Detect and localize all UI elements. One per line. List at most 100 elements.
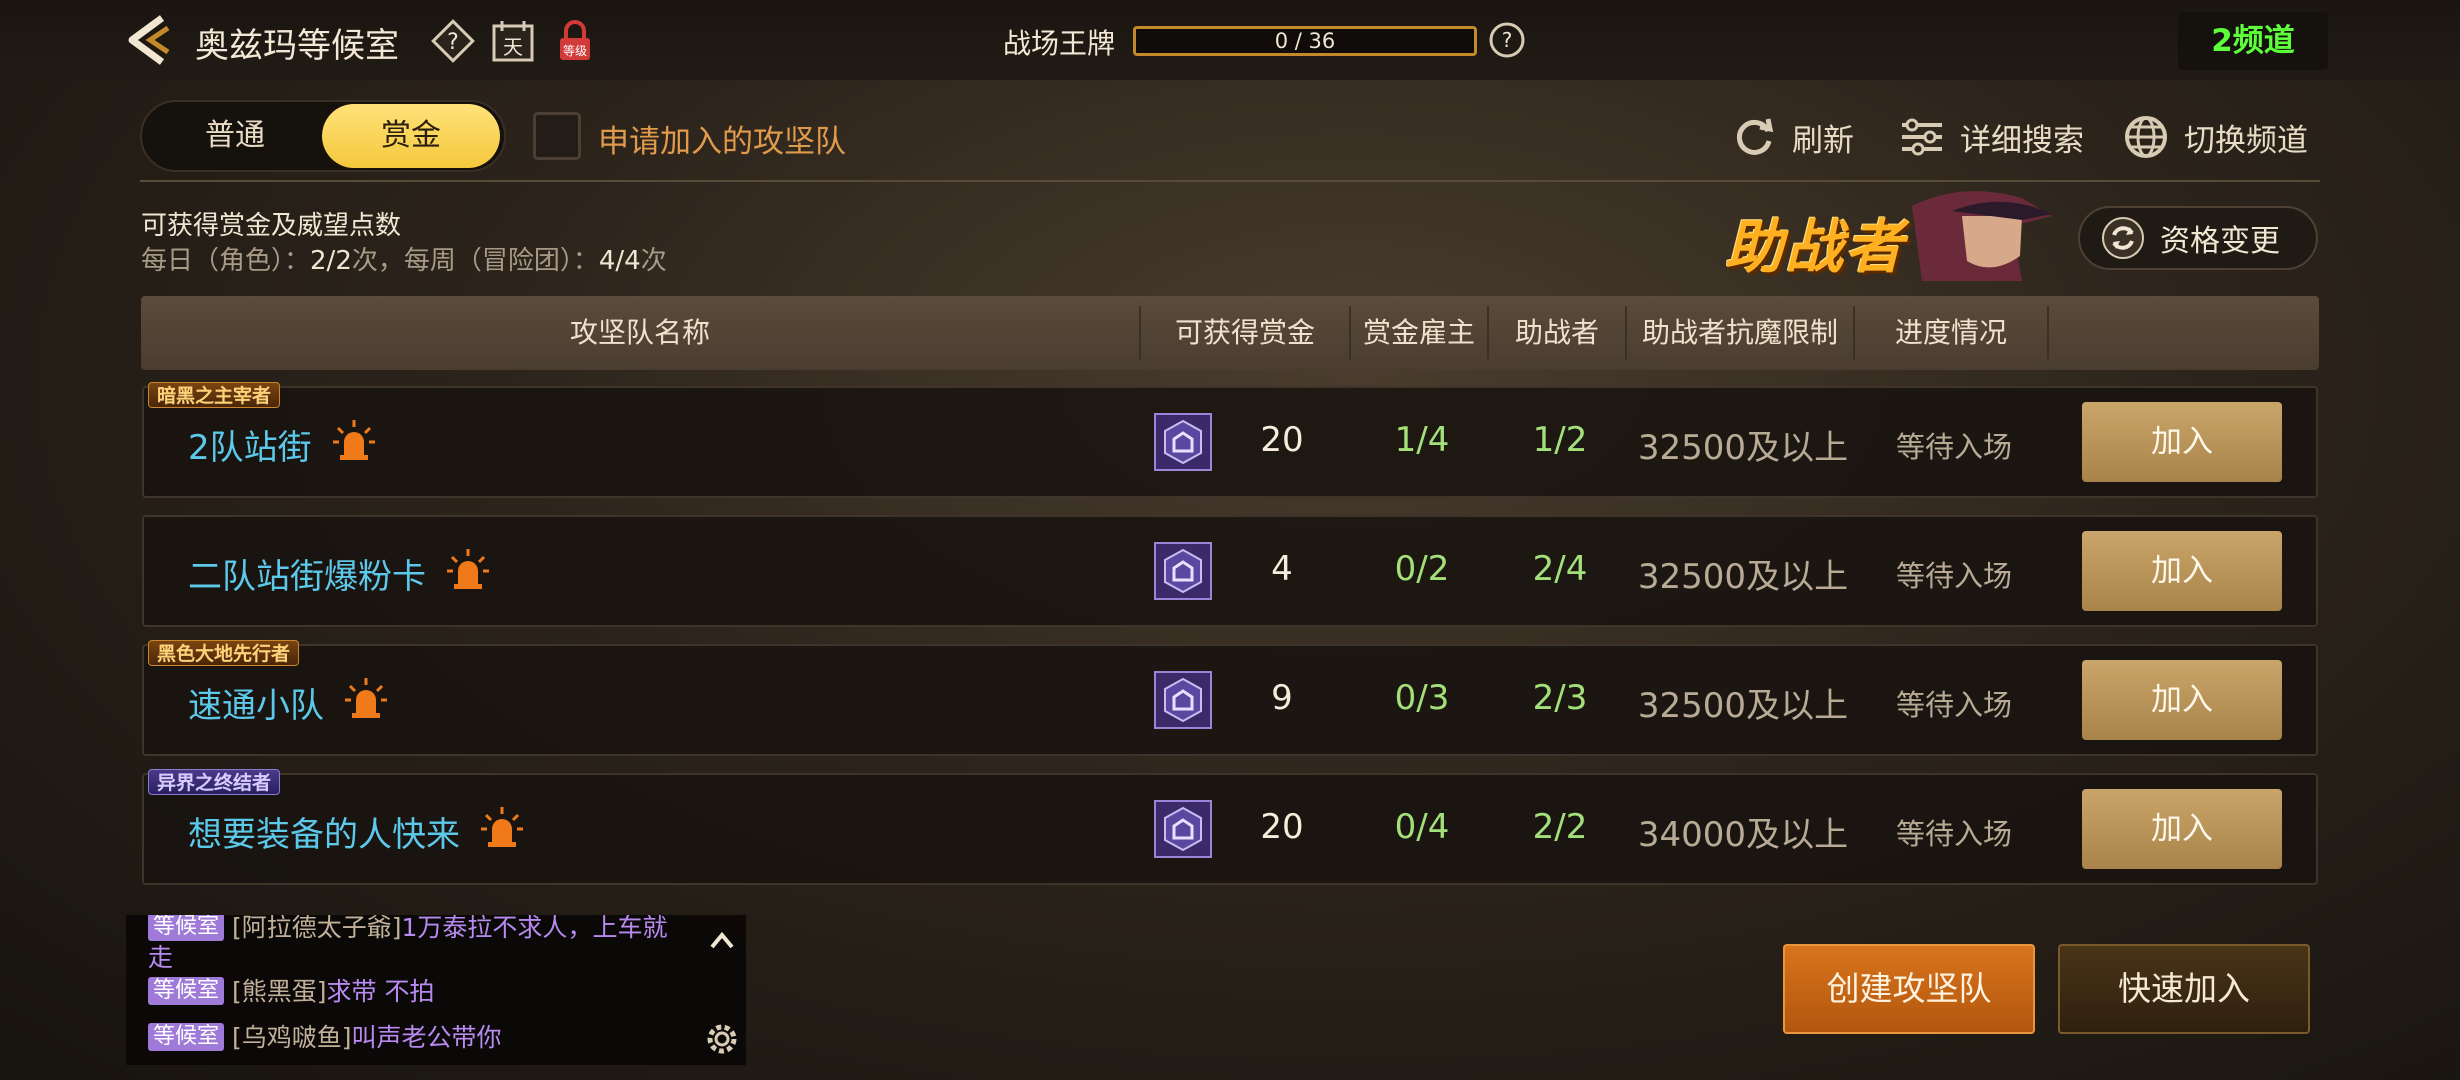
chat-message: 等候室 [乌鸡啵鱼]叫声老公带你 (148, 1023, 502, 1053)
bounty-reward-icon (1154, 671, 1212, 729)
reward-amount: 20 (1260, 807, 1304, 847)
chat-text: 叫声老公带你 (351, 1023, 502, 1052)
svg-text:等级: 等级 (563, 44, 587, 58)
chat-panel[interactable]: 等候室 [阿拉德太子爺]1万泰拉不求人，上车就走 等候室 [熊黑蛋]求带 不拍 等候… (126, 915, 746, 1065)
table-row[interactable]: 二队站街爆粉卡 4 0/2 2/4 32500及以上 等待入场 加入 (142, 515, 2318, 627)
table-row[interactable]: 黑色大地先行者 速通小队 9 0/3 2/3 32500及以上 等待入场 加入 (142, 640, 2318, 756)
reward-amount: 4 (1271, 549, 1293, 589)
team-name: 速通小队 (188, 678, 324, 727)
progress-status: 等待入场 (1895, 688, 2012, 722)
helper-count: 2/2 (1532, 807, 1588, 847)
help-circle-icon[interactable]: ? (1487, 20, 1527, 60)
col-resist-limit: 助战者抗魔限制 (1641, 316, 1838, 349)
chat-message: 等候室 [熊黑蛋]求带 不拍 (148, 977, 434, 1007)
chat-text: 1万泰拉不求人，上车就走 (148, 915, 668, 972)
daily-count: 2/2 (310, 246, 352, 276)
progress-status: 等待入场 (1895, 817, 2012, 851)
daily-unit: 次，每周（冒险团）： (351, 246, 599, 276)
mode-tab-bar: 普通 赏金 (140, 100, 506, 172)
siren-alarm-icon (446, 547, 490, 591)
qualification-change-label: 资格变更 (2160, 224, 2280, 259)
swap-cycle-icon (2102, 217, 2144, 259)
col-team-name: 攻坚队名称 (569, 316, 710, 349)
helper-count: 1/2 (1532, 420, 1588, 460)
svg-text:?: ? (447, 30, 459, 55)
siren-alarm-icon (332, 418, 376, 462)
reward-amount: 20 (1260, 420, 1304, 460)
siren-alarm-icon (344, 676, 388, 720)
employer-count: 0/3 (1394, 678, 1450, 718)
globe-icon (2125, 116, 2167, 158)
team-name-text: 2队站街 (188, 428, 312, 468)
employer-count: 0/2 (1394, 549, 1450, 589)
chat-channel-tag: 等候室 (148, 1023, 225, 1051)
team-title-badge: 异界之终结者 (148, 769, 281, 795)
apply-team-checkbox[interactable] (533, 112, 581, 160)
room-title: 奥兹玛等候室 (195, 26, 399, 66)
col-employer: 赏金雇主 (1362, 316, 1475, 349)
team-title-badge: 黑色大地先行者 (148, 640, 300, 666)
quick-join-button[interactable]: 快速加入 (2058, 944, 2310, 1034)
siren-alarm-icon (480, 805, 524, 849)
join-button[interactable]: 加入 (2082, 531, 2282, 611)
team-name: 二队站街爆粉卡 (188, 549, 426, 598)
bounty-info-title: 可获得赏金及威望点数 (141, 211, 402, 241)
team-name: 想要装备的人快来 (188, 807, 460, 856)
level-lock-icon[interactable]: 等级 (552, 18, 598, 64)
table-row[interactable]: 异界之终结者 想要装备的人快来 20 0/4 2/2 34000及以上 等待入场 加入 (142, 769, 2318, 885)
chevron-up-icon[interactable] (706, 925, 738, 957)
filter-sliders-icon (1902, 118, 1942, 156)
team-name-text: 二队站街爆粉卡 (188, 557, 426, 597)
employer-count: 1/4 (1394, 420, 1450, 460)
col-helpers: 助战者 (1514, 316, 1599, 349)
medal-progress-bar: 0 / 36 (1133, 26, 1477, 56)
refresh-icon (1736, 118, 1774, 155)
refresh-button[interactable]: 刷新 (1730, 113, 1854, 161)
table-header: 攻坚队名称 可获得赏金 赏金雇主 助战者 助战者抗魔限制 进度情况 (141, 296, 2319, 370)
medal-progress-text: 0 / 36 (1274, 29, 1336, 53)
join-button[interactable]: 加入 (2082, 660, 2282, 740)
refresh-label: 刷新 (1792, 122, 1854, 159)
table-row[interactable]: 暗黑之主宰者 2队站街 20 1/4 1/2 32500及以上 等待入场 加入 (142, 382, 2318, 498)
resist-limit: 32500及以上 (1637, 686, 1849, 726)
svg-text:?: ? (1502, 28, 1513, 52)
progress-status: 等待入场 (1895, 430, 2012, 464)
qualification-change-button[interactable]: 资格变更 (2078, 206, 2318, 270)
join-button[interactable]: 加入 (2082, 402, 2282, 482)
join-button[interactable]: 加入 (2082, 789, 2282, 869)
switch-channel-label: 切换频道 (2184, 122, 2308, 159)
svg-text:天: 天 (503, 35, 523, 59)
bounty-reward-icon (1154, 542, 1212, 600)
chat-channel-tag: 等候室 (148, 977, 225, 1005)
team-name: 2队站街 (188, 420, 312, 469)
back-arrow-icon[interactable] (118, 14, 178, 66)
helper-count: 2/4 (1532, 549, 1588, 589)
chat-text: 求带 不拍 (326, 977, 435, 1006)
chat-user: [熊黑蛋] (232, 977, 327, 1006)
gear-icon[interactable] (704, 1021, 740, 1057)
bounty-info-counts: 每日（角色）：2/2次，每周（冒险团）：4/4次 (141, 240, 667, 277)
chat-user: [乌鸡啵鱼] (232, 1023, 352, 1052)
apply-team-label[interactable]: 申请加入的攻坚队 (598, 116, 846, 161)
help-diamond-icon[interactable]: ? (430, 18, 476, 64)
helper-banner-text: 助战者 (1725, 213, 1906, 281)
col-reward: 可获得赏金 (1174, 316, 1315, 349)
channel-indicator[interactable]: 2频道 (2178, 12, 2328, 70)
detail-search-button[interactable]: 详细搜索 (1898, 113, 2084, 161)
chat-message: 等候室 [阿拉德太子爺]1万泰拉不求人，上车就走 (148, 915, 688, 973)
col-separator (2047, 306, 2049, 360)
reward-amount: 9 (1271, 678, 1293, 718)
calendar-day-icon[interactable]: 天 (490, 18, 536, 64)
chat-channel-tag: 等候室 (148, 915, 225, 941)
tab-bounty[interactable]: 赏金 (322, 104, 500, 168)
team-title-badge: 暗黑之主宰者 (148, 382, 281, 408)
bounty-reward-icon (1154, 413, 1212, 471)
team-name-text: 速通小队 (188, 686, 324, 726)
employer-count: 0/4 (1394, 807, 1450, 847)
create-team-button[interactable]: 创建攻坚队 (1783, 944, 2035, 1034)
team-name-text: 想要装备的人快来 (188, 815, 460, 855)
switch-channel-button[interactable]: 切换频道 (2122, 113, 2308, 161)
weekly-unit: 次 (640, 246, 667, 276)
header-divider (140, 180, 2320, 182)
tab-normal[interactable]: 普通 (146, 104, 324, 168)
